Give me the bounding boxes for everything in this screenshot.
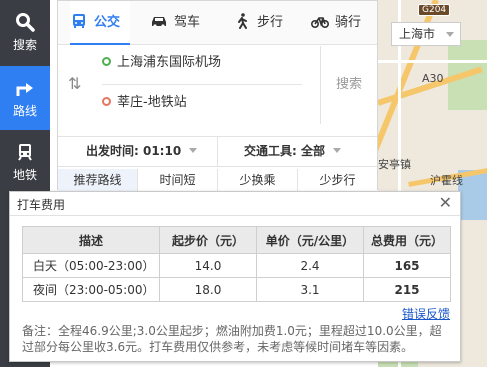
row-total: 165 [363, 253, 451, 278]
car-icon [152, 17, 166, 28]
tab-bike[interactable]: 骑行 [311, 1, 361, 44]
tab-walk-label: 步行 [257, 15, 284, 30]
bus-icon [73, 14, 85, 28]
tab-less-walking[interactable]: 少步行 [298, 169, 377, 191]
row-desc: 白天（05:00-23:00） [22, 253, 160, 278]
transport-label: 交通工具: 全部 [244, 144, 325, 158]
swap-icon[interactable]: ⇅ [68, 74, 81, 93]
row-unit-price: 2.4 [256, 253, 364, 278]
row-desc: 夜间（23:00-05:00） [22, 277, 160, 302]
search-button[interactable]: 搜索 [320, 46, 377, 124]
row-base-price: 14.0 [159, 253, 257, 278]
row-total: 215 [363, 277, 451, 302]
tab-fewer-transfers[interactable]: 少换乘 [218, 169, 298, 191]
taxi-fare-popup: 打车费用 ✕ 描述 起步价（元） 单价（元/公里） 总费用（元） 白天（05:0… [9, 191, 461, 362]
tab-bus-label: 公交 [94, 15, 121, 30]
map-label-road: 沪霍线 [430, 174, 463, 187]
row-unit-price: 3.1 [256, 277, 364, 302]
route-panel: 公交 驾车 步行 骑行 ⇅ 上海浦东国际机场 莘庄-地铁站 搜索 出发时间: 0… [57, 0, 378, 191]
tab-shortest-time[interactable]: 时间短 [138, 169, 218, 191]
city-name: 上海市 [399, 27, 436, 41]
end-point-field[interactable]: 莘庄-地铁站 [102, 91, 302, 115]
nav-route[interactable]: 路线 [0, 66, 50, 130]
chevron-down-icon [332, 148, 341, 153]
tab-drive[interactable]: 驾车 [150, 1, 200, 44]
nav-search[interactable]: 搜索 [0, 0, 50, 64]
tab-drive-label: 驾车 [174, 15, 201, 30]
route-icon [16, 83, 33, 96]
search-icon [16, 13, 35, 32]
divider [102, 84, 302, 85]
depart-time-dropdown[interactable]: 出发时间: 01:10 [86, 137, 198, 166]
bike-icon [311, 17, 329, 28]
col-header-total: 总费用（元） [363, 226, 451, 254]
depart-time-label: 出发时间: 01:10 [86, 144, 182, 158]
start-point-field[interactable]: 上海浦东国际机场 [102, 51, 302, 75]
fare-table: 描述 起步价（元） 单价（元/公里） 总费用（元） 白天（05:00-23:00… [22, 226, 451, 302]
chevron-down-icon [189, 148, 198, 153]
col-header-unit: 单价（元/公里） [256, 226, 364, 254]
nav-route-label: 路线 [12, 104, 37, 118]
popup-title: 打车费用 [17, 198, 66, 212]
nav-subway-label: 地铁 [12, 168, 37, 182]
end-point-text: 莘庄-地铁站 [117, 95, 187, 110]
road-sign: G204 [418, 4, 451, 16]
table-row: 白天（05:00-23:00） 14.0 2.4 165 [22, 253, 451, 278]
table-header-row: 描述 起步价（元） 单价（元/公里） 总费用（元） [22, 226, 451, 254]
subway-icon [18, 144, 32, 161]
nav-search-label: 搜索 [12, 38, 37, 52]
tab-walk[interactable]: 步行 [233, 1, 283, 44]
map-label-a30: A30 [422, 72, 444, 85]
chevron-down-icon [446, 32, 454, 37]
col-header-base: 起步价（元） [159, 226, 257, 254]
row-base-price: 18.0 [159, 277, 257, 302]
start-dot-icon [102, 57, 111, 66]
tab-recommended[interactable]: 推荐路线 [58, 169, 138, 191]
map-label-town: 安亭镇 [378, 158, 411, 171]
popup-header: 打车费用 ✕ [10, 192, 460, 216]
route-options: 出发时间: 01:10 交通工具: 全部 [58, 136, 377, 167]
nav-subway[interactable]: 地铁 [0, 130, 50, 194]
transport-dropdown[interactable]: 交通工具: 全部 [244, 137, 341, 166]
start-point-text: 上海浦东国际机场 [117, 55, 222, 70]
col-header-desc: 描述 [22, 226, 160, 254]
tab-bus[interactable]: 公交 [70, 1, 130, 45]
divider [217, 137, 218, 166]
transport-mode-tabs: 公交 驾车 步行 骑行 [58, 1, 377, 45]
route-input-box: ⇅ 上海浦东国际机场 莘庄-地铁站 搜索 [58, 46, 377, 124]
city-selector[interactable]: 上海市 [391, 22, 461, 46]
end-dot-icon [102, 97, 111, 106]
close-icon[interactable]: ✕ [439, 193, 452, 212]
walk-icon [238, 13, 247, 29]
fare-note: 备注：全程46.9公里;3.0公里起步；燃油附加费1.0元；里程超过10.0公里… [22, 324, 442, 354]
table-row: 夜间（23:00-05:00） 18.0 3.1 215 [22, 277, 451, 302]
tab-bike-label: 骑行 [335, 15, 362, 30]
error-feedback-link[interactable]: 错误反馈 [402, 305, 450, 322]
route-preference-tabs: 推荐路线 时间短 少换乘 少步行 [58, 169, 377, 191]
